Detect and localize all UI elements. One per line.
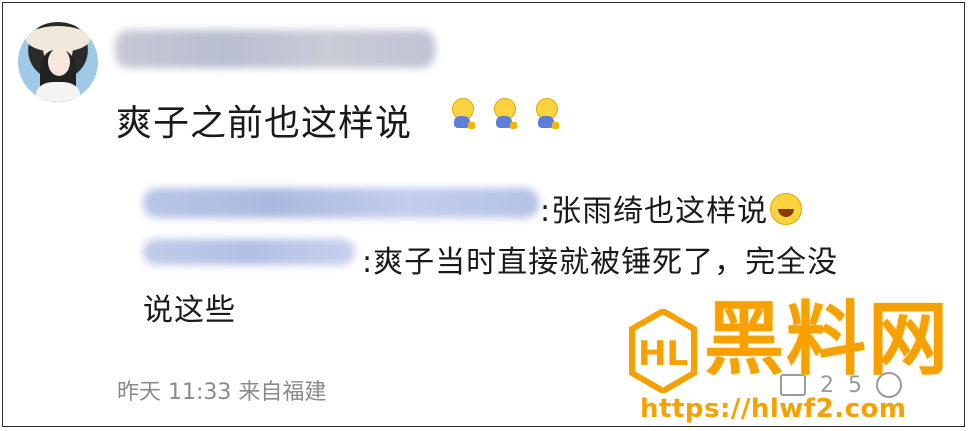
sweat-smile-emoji [530, 98, 560, 130]
sweat-smile-emoji [446, 98, 476, 130]
blurred-reply-user-2[interactable] [143, 239, 355, 265]
avatar-shirt [36, 82, 80, 102]
reply-2-line-2: 说这些 [143, 293, 236, 328]
laugh-cry-emoji [770, 193, 803, 225]
post-meta: 昨天 11:33 来自福建 [117, 380, 327, 405]
sweat-smile-emoji [488, 98, 518, 130]
blurred-reply-user-1[interactable] [143, 188, 539, 218]
watermark-title: 黑料网 [704, 293, 950, 386]
reply-1: :张雨绮也这样说 [540, 186, 803, 230]
post-text: 爽子之前也这样说 [116, 103, 413, 144]
avatar[interactable] [18, 22, 98, 102]
avatar-face [48, 48, 70, 76]
watermark-logo-icon: HL [629, 309, 697, 393]
watermark-url: https://hlwf2.com [640, 394, 907, 424]
blurred-username[interactable] [115, 30, 435, 68]
svg-text:HL: HL [638, 334, 688, 374]
reply-2-line-1: :爽子当时直接就被锤死了，完全没 [362, 245, 839, 280]
reply-1-text: :张雨绮也这样说 [540, 194, 769, 229]
emoji-row [446, 98, 560, 130]
